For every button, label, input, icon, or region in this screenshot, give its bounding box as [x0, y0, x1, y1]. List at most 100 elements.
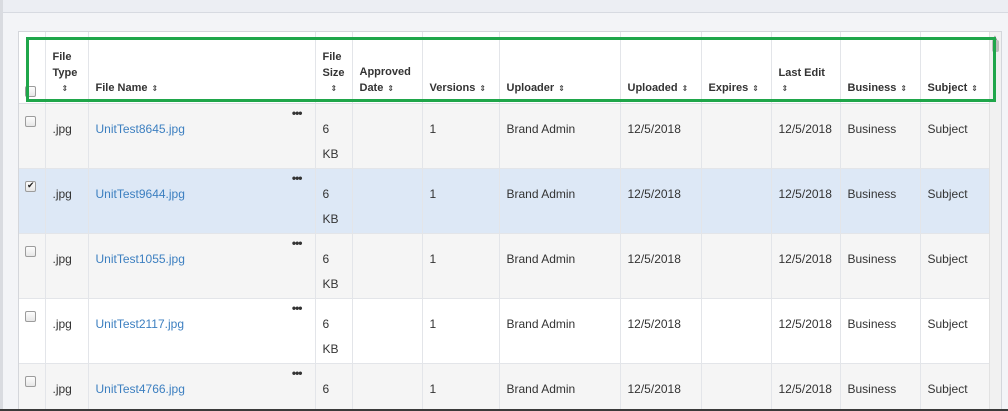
- select-all-checkbox[interactable]: [25, 85, 36, 97]
- more-options-icon[interactable]: •••: [292, 172, 303, 184]
- sort-icon[interactable]: ⇕: [971, 81, 978, 97]
- table-row[interactable]: .jpg UnitTest1055.jpg ••• 6 KB 1 Brand Adm…: [19, 233, 991, 298]
- row-select-cell: [19, 363, 46, 410]
- row-checkbox-checked[interactable]: [25, 179, 36, 193]
- select-all-header: [19, 32, 46, 104]
- file-name-link[interactable]: UnitTest1055.jpg: [96, 252, 185, 266]
- business-cell: Business: [840, 168, 921, 233]
- sort-icon[interactable]: ⇕: [752, 81, 759, 97]
- more-options-icon[interactable]: •••: [292, 367, 303, 379]
- col-expires[interactable]: Expires ⇕: [701, 32, 772, 104]
- file-type-cell: .jpg: [45, 233, 89, 298]
- col-uploader[interactable]: Uploader ⇕: [499, 32, 621, 104]
- col-file-size[interactable]: File Size ⇕: [315, 32, 353, 104]
- versions-cell: 1: [422, 363, 500, 410]
- row-select-cell: [19, 298, 46, 363]
- versions-cell: 1: [422, 103, 500, 168]
- row-checkbox[interactable]: [25, 310, 36, 322]
- row-checkbox[interactable]: [25, 115, 36, 127]
- file-name-cell: UnitTest9644.jpg •••: [88, 168, 316, 233]
- business-cell: Business: [840, 363, 921, 410]
- file-type-cell: .jpg: [45, 168, 89, 233]
- subject-cell: Subject: [920, 103, 991, 168]
- sort-icon[interactable]: ⇕: [558, 81, 565, 97]
- col-approved-date-label-2: Date: [359, 81, 384, 94]
- last-edit-cell: 12/5/2018: [771, 363, 841, 410]
- table-row[interactable]: .jpg UnitTest8645.jpg ••• 6 KB 1 Brand Adm…: [19, 103, 991, 168]
- sort-icon[interactable]: ⇕: [387, 81, 394, 97]
- business-cell: Business: [840, 298, 921, 363]
- table-row[interactable]: .jpg UnitTest4766.jpg ••• 6KB 1 Brand Adm…: [19, 363, 991, 410]
- uploader-cell: Brand Admin: [499, 363, 621, 410]
- sort-icon[interactable]: ⇕: [62, 81, 82, 97]
- expires-cell: [701, 103, 772, 168]
- uploaded-cell: 12/5/2018: [620, 233, 702, 298]
- file-type-cell: .jpg: [45, 103, 89, 168]
- col-versions[interactable]: Versions ⇕: [422, 32, 500, 104]
- file-size-value: 6: [322, 186, 330, 201]
- sort-icon[interactable]: ⇕: [479, 81, 486, 97]
- last-edit-cell: 12/5/2018: [771, 168, 841, 233]
- col-uploader-label: Uploader: [506, 81, 555, 94]
- more-options-icon[interactable]: •••: [292, 237, 303, 249]
- versions-cell: 1: [422, 168, 500, 233]
- sort-icon[interactable]: ⇕: [900, 81, 907, 97]
- sort-icon[interactable]: ⇕: [331, 81, 346, 97]
- approved-date-cell: [352, 363, 423, 410]
- vertical-scrollbar[interactable]: ▲: [989, 32, 1001, 410]
- col-uploaded[interactable]: Uploaded ⇕: [620, 32, 702, 104]
- versions-cell: 1: [422, 233, 500, 298]
- file-size-cell: 6 KB: [315, 298, 353, 363]
- left-edge: [0, 0, 3, 411]
- file-name-link[interactable]: UnitTest9644.jpg: [96, 187, 185, 201]
- approved-date-cell: [352, 298, 423, 363]
- file-name-cell: UnitTest8645.jpg •••: [88, 103, 316, 168]
- more-options-icon[interactable]: •••: [292, 302, 303, 314]
- file-name-cell: UnitTest4766.jpg •••: [88, 363, 316, 410]
- row-select-cell: [19, 103, 46, 168]
- sort-icon[interactable]: ⇕: [151, 81, 158, 97]
- col-file-name-label: File Name: [95, 81, 148, 94]
- col-file-name[interactable]: File Name ⇕: [88, 32, 316, 104]
- col-approved-date[interactable]: Approved Date ⇕: [352, 32, 423, 104]
- uploaded-cell: 12/5/2018: [620, 168, 702, 233]
- scrollbar-thumb[interactable]: [992, 40, 999, 52]
- subject-cell: Subject: [920, 298, 991, 363]
- uploader-cell: Brand Admin: [499, 103, 621, 168]
- sort-icon[interactable]: ⇕: [682, 81, 689, 97]
- sort-icon[interactable]: ⇕: [782, 81, 834, 97]
- file-name-link[interactable]: UnitTest8645.jpg: [96, 122, 185, 136]
- expires-cell: [701, 363, 772, 410]
- file-size-unit: KB: [322, 211, 339, 226]
- table-row[interactable]: .jpg UnitTest2117.jpg ••• 6 KB 1 Brand Adm…: [19, 298, 991, 363]
- subject-cell: Subject: [920, 363, 991, 410]
- file-name-link[interactable]: UnitTest4766.jpg: [96, 382, 185, 396]
- col-file-type-label-1: File: [52, 50, 72, 63]
- file-table-panel: File Type ⇕ File Name ⇕ File Size ⇕ Appro…: [18, 31, 1002, 411]
- row-checkbox[interactable]: [25, 375, 36, 387]
- expires-cell: [701, 298, 772, 363]
- col-file-type[interactable]: File Type ⇕: [45, 32, 89, 104]
- row-checkbox[interactable]: [25, 245, 36, 257]
- uploader-cell: Brand Admin: [499, 233, 621, 298]
- table-row[interactable]: .jpg UnitTest9644.jpg ••• 6 KB 1 Brand Adm…: [19, 168, 991, 233]
- file-size-unit: KB: [322, 146, 339, 161]
- more-options-icon[interactable]: •••: [292, 107, 303, 119]
- file-size-value: 6: [322, 316, 330, 331]
- col-last-edit[interactable]: Last Edit ⇕: [771, 32, 841, 104]
- file-size-value: 6: [322, 251, 330, 266]
- col-subject-label: Subject: [927, 81, 968, 94]
- row-select-cell: [19, 168, 46, 233]
- uploaded-cell: 12/5/2018: [620, 298, 702, 363]
- file-size-unit: KB: [322, 341, 339, 356]
- file-size-cell: 6 KB: [315, 233, 353, 298]
- uploader-cell: Brand Admin: [499, 298, 621, 363]
- business-cell: Business: [840, 233, 921, 298]
- uploaded-cell: 12/5/2018: [620, 103, 702, 168]
- business-cell: Business: [840, 103, 921, 168]
- file-size-value: 6: [322, 121, 330, 136]
- file-name-link[interactable]: UnitTest2117.jpg: [96, 317, 185, 331]
- versions-cell: 1: [422, 298, 500, 363]
- col-business[interactable]: Business ⇕: [840, 32, 921, 104]
- col-subject[interactable]: Subject ⇕: [920, 32, 991, 104]
